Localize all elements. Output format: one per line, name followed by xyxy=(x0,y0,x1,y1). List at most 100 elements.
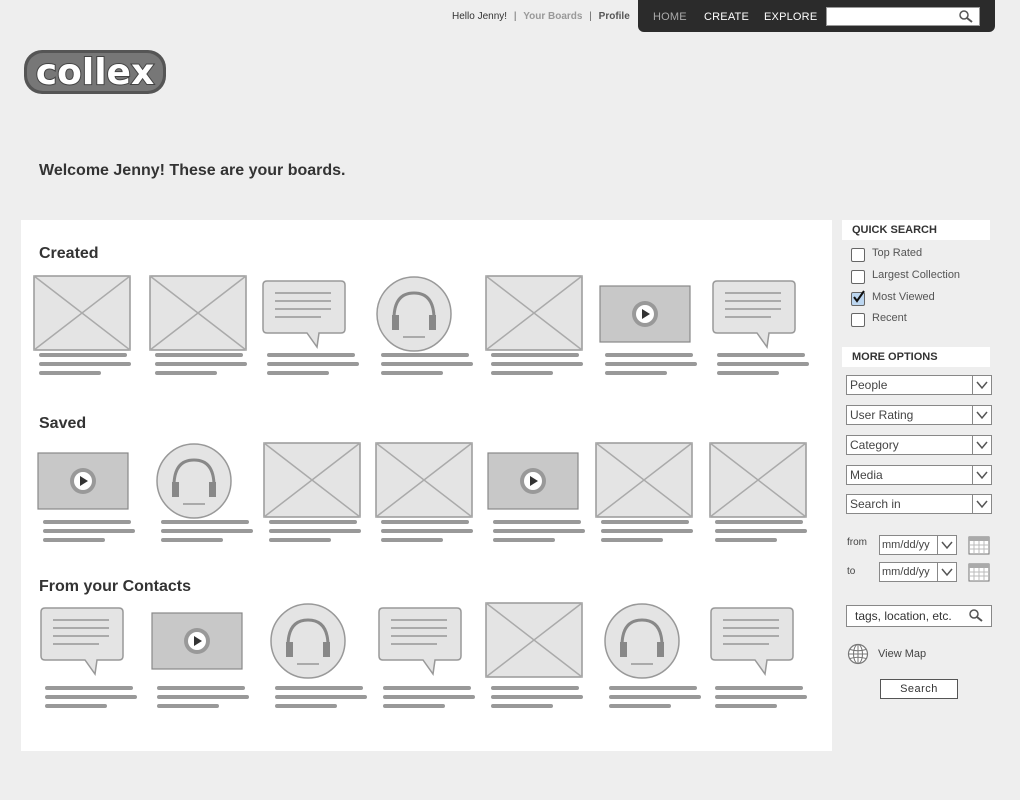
page-title: Welcome Jenny! These are your boards. xyxy=(39,162,346,179)
chevron-down-icon[interactable] xyxy=(972,436,991,454)
tile-caption-lines xyxy=(491,353,583,380)
chevron-down-icon[interactable] xyxy=(937,536,956,554)
audio-icon xyxy=(269,602,347,685)
tags-search-value: tags, location, etc. xyxy=(855,609,952,623)
more-options-heading: MORE OPTIONS xyxy=(842,347,990,367)
calendar-icon[interactable] xyxy=(968,535,990,555)
tile-caption-lines xyxy=(381,353,473,380)
section-title-contacts: From your Contacts xyxy=(39,578,192,595)
globe-icon xyxy=(847,643,869,665)
filter-select-value: User Rating xyxy=(850,408,914,422)
quick-search-option-label: Top Rated xyxy=(872,247,923,259)
audio-icon xyxy=(375,275,453,358)
calendar-icon[interactable] xyxy=(968,562,990,582)
video-icon xyxy=(37,452,129,515)
comment-icon xyxy=(711,279,797,356)
checkmark-icon xyxy=(853,290,865,303)
quick-search-option-label: Largest Collection xyxy=(872,269,961,281)
magnifier-icon[interactable] xyxy=(969,609,983,622)
chevron-down-icon[interactable] xyxy=(972,495,991,513)
checkbox[interactable] xyxy=(851,270,865,284)
to-date-value: mm/dd/yy xyxy=(882,566,930,578)
tile-caption-lines xyxy=(383,686,475,713)
chevron-down-icon[interactable] xyxy=(972,376,991,394)
filter-select[interactable]: Media xyxy=(846,465,992,485)
section-title-saved: Saved xyxy=(39,415,87,432)
search-button[interactable]: Search xyxy=(880,679,958,699)
boards-panel: Created Saved From your Contacts xyxy=(21,220,832,751)
nav-create[interactable]: CREATE xyxy=(704,11,749,23)
tile-caption-lines xyxy=(605,353,697,380)
logo-graphic: collex xyxy=(24,50,166,94)
tile-caption-lines xyxy=(275,686,367,713)
top-search-input[interactable] xyxy=(826,7,980,26)
tile-caption-lines xyxy=(269,520,361,547)
audio-icon xyxy=(155,442,233,525)
checkbox[interactable] xyxy=(851,313,865,327)
magnifier-icon[interactable] xyxy=(959,10,973,23)
filter-select[interactable]: User Rating xyxy=(846,405,992,425)
top-navbar: HOME CREATE EXPLORE xyxy=(638,0,995,32)
user-links: Hello Jenny! | Your Boards | Profile xyxy=(452,11,630,22)
tile-caption-lines xyxy=(601,520,693,547)
tile-caption-lines xyxy=(267,353,359,380)
tile-caption-lines xyxy=(717,353,809,380)
greeting-text: Hello Jenny! xyxy=(452,11,508,22)
collex-logo[interactable]: collex xyxy=(22,46,170,103)
section-title-created: Created xyxy=(39,245,99,262)
comment-icon xyxy=(39,606,125,683)
comment-icon xyxy=(377,606,463,683)
video-icon xyxy=(599,285,691,348)
logo-text: collex xyxy=(36,52,154,93)
filter-select[interactable]: Search in xyxy=(846,494,992,514)
comment-icon xyxy=(261,279,347,356)
filter-select[interactable]: Category xyxy=(846,435,992,455)
quick-search-option-label: Most Viewed xyxy=(872,291,935,303)
view-map-label: View Map xyxy=(878,648,927,660)
from-label: from xyxy=(847,537,867,548)
filter-select-value: People xyxy=(850,378,888,392)
from-date-input[interactable]: mm/dd/yy xyxy=(879,535,957,555)
to-date-input[interactable]: mm/dd/yy xyxy=(879,562,957,582)
tile-caption-lines xyxy=(155,353,247,380)
tile-caption-lines xyxy=(609,686,701,713)
image-icon xyxy=(595,442,693,523)
filter-select[interactable]: People xyxy=(846,375,992,395)
chevron-down-icon[interactable] xyxy=(972,406,991,424)
quick-search-heading: QUICK SEARCH xyxy=(842,220,990,240)
tile-caption-lines xyxy=(493,520,585,547)
tags-search-input[interactable]: tags, location, etc. xyxy=(846,605,992,627)
separator: | xyxy=(589,11,592,22)
tile-caption-lines xyxy=(157,686,249,713)
filter-select-value: Search in xyxy=(850,497,901,511)
nav-explore[interactable]: EXPLORE xyxy=(764,11,817,23)
tile-caption-lines xyxy=(45,686,137,713)
video-icon xyxy=(151,612,243,675)
checkbox[interactable] xyxy=(851,290,865,306)
separator: | xyxy=(513,11,517,22)
nav-home[interactable]: HOME xyxy=(653,11,687,23)
image-icon xyxy=(485,275,583,356)
view-map-link[interactable]: View Map xyxy=(847,643,926,668)
tile-caption-lines xyxy=(161,520,253,547)
tile-caption-lines xyxy=(491,686,583,713)
tile-caption-lines xyxy=(715,520,807,547)
image-icon xyxy=(149,275,247,356)
tile-caption-lines xyxy=(715,686,807,713)
tile-caption-lines xyxy=(43,520,135,547)
image-icon xyxy=(375,442,473,523)
profile-link[interactable]: Profile xyxy=(599,11,630,22)
checkbox[interactable] xyxy=(851,248,865,262)
filter-select-value: Media xyxy=(850,468,883,482)
image-icon xyxy=(33,275,131,356)
chevron-down-icon[interactable] xyxy=(937,563,956,581)
to-label: to xyxy=(847,566,856,577)
image-icon xyxy=(263,442,361,523)
image-icon xyxy=(485,602,583,683)
your-boards-link[interactable]: Your Boards xyxy=(523,11,582,22)
chevron-down-icon[interactable] xyxy=(972,466,991,484)
filter-select-value: Category xyxy=(850,438,899,452)
from-date-value: mm/dd/yy xyxy=(882,539,930,551)
audio-icon xyxy=(603,602,681,685)
quick-search-option-label: Recent xyxy=(872,312,907,324)
